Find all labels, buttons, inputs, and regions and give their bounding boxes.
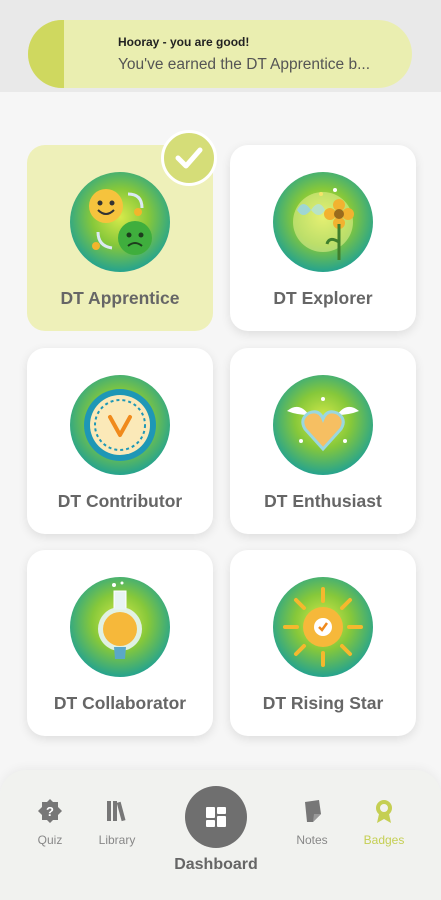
lightbulb-flask-icon — [70, 577, 170, 677]
badge-label: DT Enthusiast — [264, 491, 382, 511]
winged-heart-icon — [273, 375, 373, 475]
badge-label: DT Explorer — [273, 288, 373, 308]
toast-accent-stripe — [28, 20, 64, 88]
notes-icon — [305, 800, 321, 822]
dashboard-button[interactable] — [185, 786, 247, 848]
sun-check-icon — [273, 577, 373, 677]
badge-label: DT Apprentice — [60, 288, 180, 308]
nav-badges-label: Badges — [363, 833, 405, 847]
toast-message: You've earned the DT Apprentice b... — [118, 56, 370, 73]
nav-quiz-label: Quiz — [37, 833, 63, 847]
award-ribbon-icon — [376, 800, 392, 823]
nav-notes-label: Notes — [296, 833, 328, 847]
nav-notes[interactable]: Notes — [292, 798, 332, 847]
nav-badges[interactable]: Badges — [361, 798, 407, 847]
badge-card-dt-contributor[interactable]: DT Contributor — [27, 348, 213, 534]
badge-card-dt-collaborator[interactable]: DT Collaborator — [27, 550, 213, 736]
achievement-toast[interactable]: Hooray - you are good! You've earned the… — [28, 20, 412, 88]
nav-library[interactable]: Library — [94, 798, 140, 847]
dashboard-grid-icon — [206, 807, 226, 827]
nav-dashboard-label: Dashboard — [174, 856, 258, 873]
badge-card-dt-rising-star[interactable]: DT Rising Star — [230, 550, 416, 736]
earned-check-icon — [161, 130, 217, 186]
butterfly-flower-icon — [273, 172, 373, 272]
toast-title: Hooray - you are good! — [118, 35, 250, 49]
svg-text:?: ? — [46, 804, 54, 819]
library-books-icon — [107, 801, 126, 822]
badge-label: DT Contributor — [57, 491, 183, 511]
nav-library-label: Library — [98, 833, 136, 847]
faces-emotions-icon — [70, 172, 170, 272]
quiz-icon: ? — [38, 799, 62, 823]
badge-label: DT Collaborator — [53, 693, 187, 713]
notification-area: Hooray - you are good! You've earned the… — [0, 0, 441, 92]
badge-card-dt-enthusiast[interactable]: DT Enthusiast — [230, 348, 416, 534]
badge-card-dt-explorer[interactable]: DT Explorer — [230, 145, 416, 331]
nav-quiz[interactable]: ? Quiz — [30, 798, 70, 847]
checkmark-seal-icon — [70, 375, 170, 475]
badge-label: DT Rising Star — [262, 693, 384, 713]
